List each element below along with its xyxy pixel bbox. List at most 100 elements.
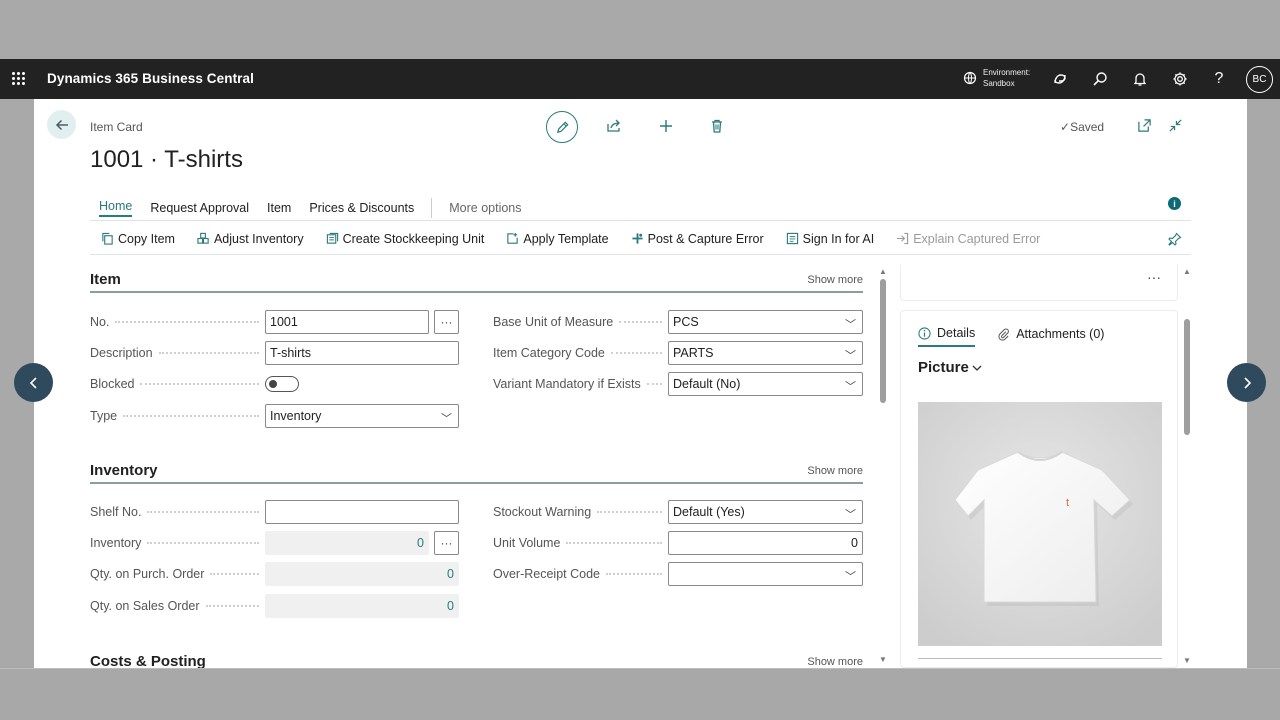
back-button[interactable] (47, 110, 76, 139)
tab-home[interactable]: Home (90, 195, 141, 221)
sign-in-for-ai-button[interactable]: Sign In for AI (775, 232, 886, 246)
show-more-link[interactable]: Show more (807, 274, 863, 286)
chevron-down-icon (972, 365, 982, 371)
over-receipt-select[interactable]: ﹀ (668, 562, 863, 586)
copy-item-button[interactable]: Copy Item (90, 232, 186, 246)
section-item-header[interactable]: Item Show more (90, 267, 863, 293)
item-category-select[interactable]: PARTS ﹀ (668, 341, 863, 365)
chevron-down-icon: ﹀ (845, 350, 856, 362)
inventory-value[interactable]: 0 (265, 531, 429, 555)
product-name[interactable]: Dynamics 365 Business Central (47, 71, 254, 86)
section-title: Costs & Posting (90, 653, 206, 668)
copy-icon (102, 232, 113, 245)
scroll-down-icon[interactable]: ▼ (1183, 656, 1191, 665)
edit-button[interactable] (546, 111, 578, 143)
field-type: Type (90, 404, 265, 428)
show-more-link[interactable]: Show more (807, 656, 863, 668)
notification-bell-icon[interactable] (1130, 69, 1150, 89)
more-options-icon[interactable]: ··· (1147, 269, 1161, 285)
show-more-link[interactable]: Show more (807, 465, 863, 477)
adjust-inventory-button[interactable]: Adjust Inventory (186, 232, 315, 246)
bottom-backdrop (0, 668, 1280, 720)
type-select[interactable]: Inventory ﹀ (265, 404, 459, 428)
factbox-scrollbar[interactable]: ▲ ▼ (1183, 265, 1191, 668)
chevron-down-icon: ﹀ (845, 571, 856, 583)
tshirt-print-text: t (1066, 497, 1069, 509)
scroll-down-icon[interactable]: ▼ (879, 655, 887, 664)
sign-in-icon (786, 232, 798, 245)
picture-header[interactable]: Picture (918, 359, 983, 376)
field-qty-purch: Qty. on Purch. Order (90, 562, 265, 586)
variant-mandatory-select[interactable]: Default (No) ﹀ (668, 372, 863, 396)
unit-volume-input[interactable]: 0 (668, 531, 863, 555)
share-icon[interactable] (604, 116, 624, 136)
action-tabs: Home Request Approval Item Prices & Disc… (90, 195, 1191, 221)
qty-purch-value[interactable]: 0 (265, 562, 459, 586)
blocked-toggle[interactable] (265, 376, 299, 392)
search-icon[interactable] (1090, 69, 1110, 89)
tab-prices-discounts[interactable]: Prices & Discounts (300, 195, 423, 221)
field-stockout-warning: Stockout Warning (493, 500, 668, 524)
new-plus-icon[interactable] (656, 116, 676, 136)
next-arrow-button[interactable] (1227, 363, 1266, 402)
open-new-window-icon[interactable] (1134, 115, 1154, 135)
item-picture[interactable]: t (918, 402, 1162, 646)
field-variant-mandatory: Variant Mandatory if Exists (493, 372, 668, 396)
shelf-no-input[interactable] (265, 500, 459, 524)
base-uom-select[interactable]: PCS ﹀ (668, 310, 863, 334)
tab-request-approval[interactable]: Request Approval (141, 195, 258, 221)
post-capture-icon (632, 233, 643, 244)
factbox-tabs: Details Attachments (0) (918, 321, 1104, 347)
page-title: 1001 · T-shirts (90, 146, 243, 173)
section-inventory-header[interactable]: Inventory Show more (90, 458, 863, 484)
field-inventory: Inventory (90, 531, 265, 555)
help-icon[interactable]: ? (1209, 69, 1229, 89)
chevron-down-icon: ﹀ (845, 509, 856, 521)
post-capture-error-button[interactable]: Post & Capture Error (620, 232, 775, 246)
section-title: Item (90, 271, 121, 288)
content-scrollbar[interactable]: ▲ ▼ (879, 267, 887, 667)
no-assist-button[interactable]: ··· (434, 310, 459, 334)
scroll-up-icon[interactable]: ▲ (1183, 267, 1191, 276)
tab-attachments[interactable]: Attachments (0) (997, 321, 1104, 347)
no-input[interactable]: 1001 (265, 310, 429, 334)
chevron-down-icon: ﹀ (441, 413, 452, 425)
field-unit-volume: Unit Volume (493, 531, 668, 555)
create-stockkeeping-unit-button[interactable]: Create Stockkeeping Unit (315, 232, 496, 246)
chevron-down-icon: ﹀ (845, 319, 856, 331)
explain-captured-error-button[interactable]: Explain Captured Error (885, 232, 1051, 246)
personalize-pin-icon[interactable] (1168, 232, 1182, 249)
field-over-receipt: Over-Receipt Code (493, 562, 668, 586)
field-description: Description (90, 341, 265, 365)
factbox-top-panel: ··· (900, 265, 1178, 301)
collapse-icon[interactable] (1165, 115, 1185, 135)
delete-trash-icon[interactable] (707, 116, 727, 136)
scroll-up-icon[interactable]: ▲ (879, 267, 887, 276)
inventory-assist-button[interactable]: ··· (434, 531, 459, 555)
field-qty-sales: Qty. on Sales Order (90, 594, 265, 618)
arrow-left-icon (55, 119, 68, 130)
field-blocked: Blocked (90, 372, 265, 396)
tab-details[interactable]: Details (918, 321, 976, 347)
environment-icon (963, 71, 977, 85)
description-input[interactable]: T-shirts (265, 341, 459, 365)
tab-item[interactable]: Item (258, 195, 300, 221)
app-launcher-icon[interactable] (12, 72, 26, 86)
info-circle-icon (918, 326, 931, 340)
section-costs-header[interactable]: Costs & Posting Show more (90, 649, 863, 668)
environment-indicator[interactable]: Environment: Sandbox (963, 67, 1030, 89)
stockout-warning-select[interactable]: Default (Yes) ﹀ (668, 500, 863, 524)
breadcrumb: Item Card (90, 120, 143, 134)
scrollbar-thumb[interactable] (880, 279, 886, 403)
qty-sales-value[interactable]: 0 (265, 594, 459, 618)
copilot-icon[interactable] (1050, 69, 1070, 89)
tab-more-options[interactable]: More options (440, 195, 530, 221)
field-base-uom: Base Unit of Measure (493, 310, 668, 334)
settings-gear-icon[interactable] (1170, 69, 1190, 89)
scrollbar-thumb[interactable] (1184, 319, 1190, 435)
section-title: Inventory (90, 462, 158, 479)
apply-template-button[interactable]: Apply Template (495, 232, 619, 246)
user-avatar[interactable]: BC (1246, 66, 1273, 93)
previous-arrow-button[interactable] (14, 363, 53, 402)
info-icon[interactable]: i (1168, 197, 1181, 210)
